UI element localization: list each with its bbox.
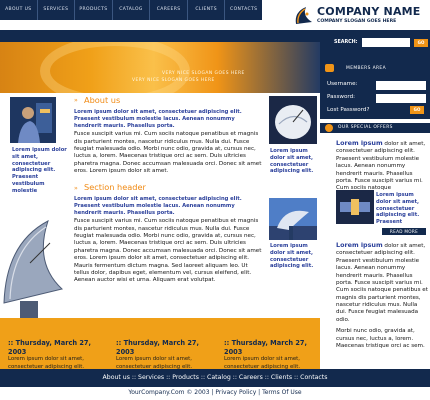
search-label: SEARCH: [334, 40, 358, 45]
members-area: MEMBERS AREA Username: Password: Lost Pa… [320, 59, 430, 119]
news-date-1: :: Thursday, March 27, 2003 [8, 339, 92, 356]
offer1-read-more[interactable]: READ MORE [382, 228, 426, 235]
lost-password-link[interactable]: Lost Password? [327, 107, 369, 114]
dish-sky-photo [269, 198, 317, 240]
photo-caption-1: Lorem ipsum dolor sit amet, consectetuer… [270, 148, 314, 175]
search-input[interactable] [362, 38, 410, 47]
special-offers: OUR SPECIAL OFFERS Lorem ipsum dolor sit… [320, 119, 430, 384]
username-label: Username: [327, 81, 358, 87]
dish-closeup-photo [269, 96, 317, 144]
photo-column: Lorem ipsum dolor sit amet, consectetuer… [266, 93, 320, 318]
section-body: Fusce suscipit varius mi. Cum sociis nat… [74, 218, 262, 284]
news-date-3: :: Thursday, March 27, 2003 [224, 339, 308, 356]
footer-links[interactable]: About us :: Services :: Products :: Cata… [0, 374, 430, 382]
satellite-dish-logo-icon [295, 7, 312, 24]
main-nav: ABOUT US SERVICES PRODUCTS CATALOG CAREE… [0, 0, 262, 20]
satellite-photo [336, 190, 374, 224]
offer2-text: dolor sit amet, consectetuer adipiscing … [336, 243, 428, 323]
offer1-caption: Lorem ipsum dolor sit amet, consectetuer… [376, 192, 420, 225]
nav-clients[interactable]: CLIENTS [188, 0, 226, 20]
nav-catalog[interactable]: CATALOG [113, 0, 151, 20]
nav-services[interactable]: SERVICES [38, 0, 76, 20]
banner-slogan-2: VERY NICE SLOGAN GOES HERE [132, 78, 215, 83]
banner-slogan-1: VERY NICE SLOGAN GOES HERE [162, 71, 245, 76]
password-input[interactable] [376, 94, 426, 103]
offer2-title: Lorem ipsum [336, 241, 383, 249]
username-input[interactable] [376, 81, 426, 90]
top-bar: ABOUT US SERVICES PRODUCTS CATALOG CAREE… [0, 0, 430, 30]
offers-bullet-icon [325, 124, 333, 132]
footer: About us :: Services :: Products :: Cata… [0, 369, 430, 400]
nav-careers[interactable]: CAREERS [150, 0, 188, 20]
members-area-header: MEMBERS AREA [346, 66, 387, 71]
offer2-text-2: Morbi nunc odio, gravida at, cursus nec,… [336, 328, 425, 349]
about-lead: Lorem ipsum dolor sit amet, consectetuer… [74, 109, 242, 129]
nav-products[interactable]: PRODUCTS [75, 0, 113, 20]
search-go-button[interactable]: GO [414, 39, 428, 47]
section-chevron-icon: ›› [74, 185, 78, 192]
news-date-2: :: Thursday, March 27, 2003 [116, 339, 200, 356]
company-name: COMPANY NAME [317, 5, 421, 18]
technician-photo [10, 97, 56, 143]
about-us-heading: About us [84, 95, 121, 105]
photo-caption-2: Lorem ipsum dolor sit amet, consectetuer… [270, 243, 314, 270]
copyright: YourCompany.Com © 2003 | Privacy Policy … [0, 387, 430, 400]
offer1-text: dolor sit amet, consectetuer adipiscing … [336, 141, 426, 192]
section-lead: Lorem ipsum dolor sit amet, consectetuer… [74, 196, 242, 216]
special-offers-header: OUR SPECIAL OFFERS [338, 125, 393, 130]
offer1-title: Lorem ipsum [336, 139, 383, 147]
nav-contacts[interactable]: CONTACTS [225, 0, 262, 20]
about-chevron-icon: ›› [74, 97, 78, 104]
login-go-button[interactable]: GO [410, 106, 424, 114]
password-label: Password: [327, 94, 356, 100]
left-caption: Lorem ipsum dolor sit amet, consectetuer… [12, 147, 67, 194]
left-column: Lorem ipsum dolor sit amet, consectetuer… [0, 93, 68, 318]
satellite-dish-photo [0, 203, 68, 318]
main-content: ›› About us Lorem ipsum dolor sit amet, … [68, 93, 266, 318]
section-heading: Section header [84, 182, 146, 192]
search-box: SEARCH: GO [334, 38, 430, 48]
company-slogan: COMPANY SLOGAN GOES HERE [317, 19, 397, 24]
lock-icon [325, 64, 334, 72]
company-logo[interactable]: COMPANY NAME COMPANY SLOGAN GOES HERE [292, 4, 428, 28]
about-body: Fusce suscipit varius mi. Cum sociis nat… [74, 131, 262, 175]
nav-about-us[interactable]: ABOUT US [0, 0, 38, 20]
